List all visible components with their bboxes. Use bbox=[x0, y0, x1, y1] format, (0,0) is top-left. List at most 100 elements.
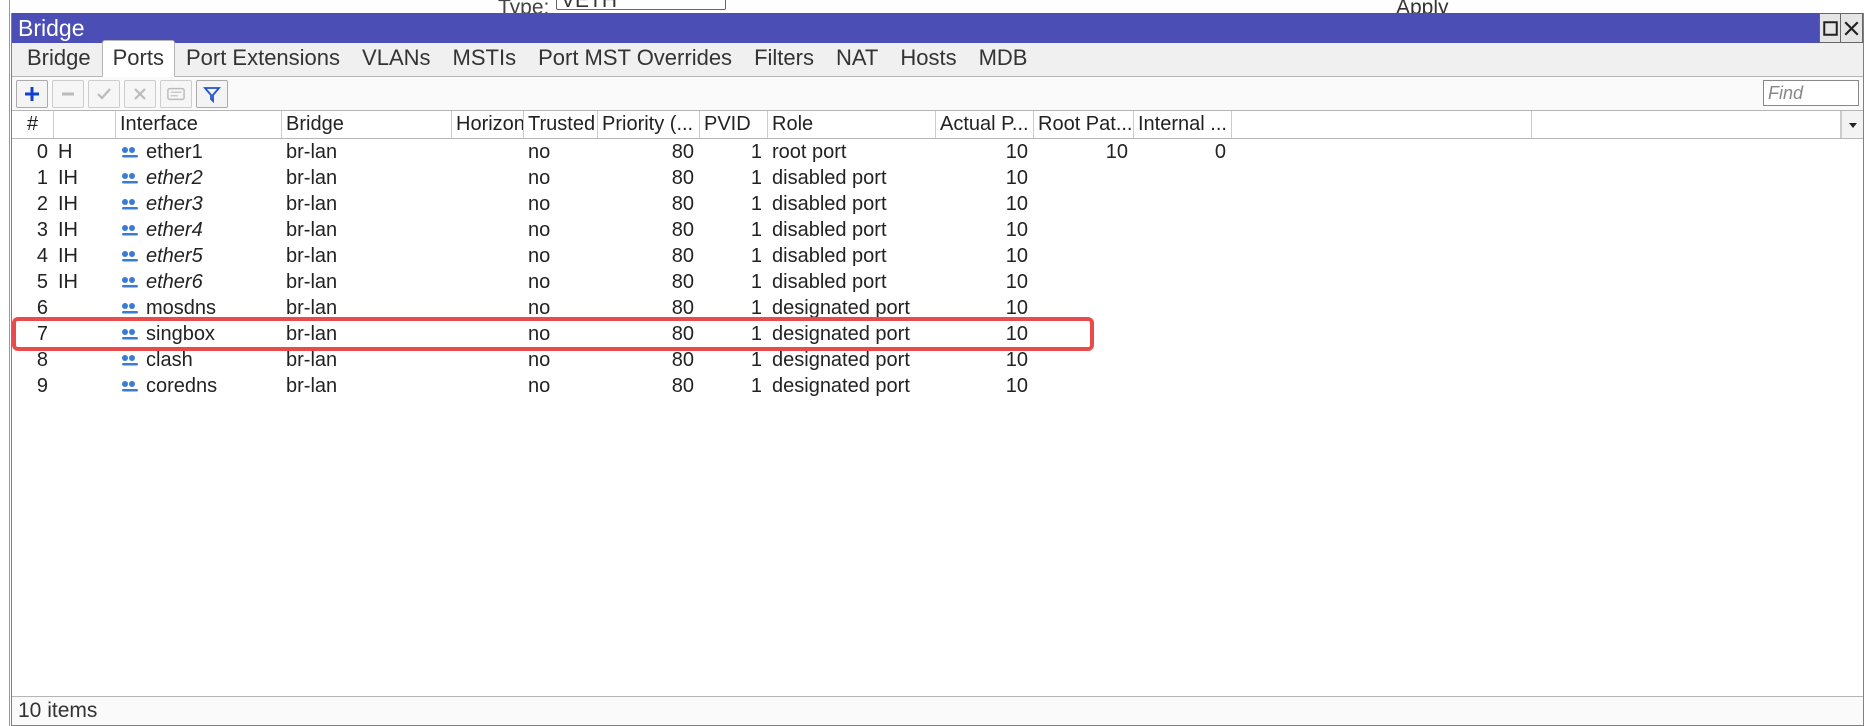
table-row[interactable]: 2IHether3br-lanno801disabled port10 bbox=[12, 191, 1863, 217]
cell: no bbox=[524, 373, 598, 399]
interface-icon bbox=[120, 223, 140, 237]
enable-button[interactable] bbox=[88, 80, 120, 108]
cell: no bbox=[524, 165, 598, 191]
comment-button[interactable] bbox=[160, 80, 192, 108]
cell-blank bbox=[1232, 269, 1863, 295]
table-row[interactable]: 1IHether2br-lanno801disabled port10 bbox=[12, 165, 1863, 191]
window-close-button[interactable] bbox=[1841, 13, 1863, 43]
col-header[interactable]: Root Pat... bbox=[1034, 111, 1134, 138]
cell-blank bbox=[1232, 243, 1863, 269]
table-row[interactable]: 7singboxbr-lanno801designated port10 bbox=[12, 321, 1863, 347]
cell: 80 bbox=[598, 269, 700, 295]
col-header-blank[interactable] bbox=[1232, 111, 1532, 138]
table-row[interactable]: 0Hether1br-lanno801root port10100 bbox=[12, 139, 1863, 165]
cell bbox=[452, 269, 524, 295]
tab-strip: BridgePortsPort ExtensionsVLANsMSTIsPort… bbox=[12, 43, 1863, 77]
cell: br-lan bbox=[282, 269, 452, 295]
cell: 10 bbox=[936, 269, 1034, 295]
table-row[interactable]: 3IHether4br-lanno801disabled port10 bbox=[12, 217, 1863, 243]
cell: no bbox=[524, 321, 598, 347]
column-chooser-dropdown[interactable] bbox=[1841, 111, 1863, 138]
col-header[interactable]: Internal ... bbox=[1134, 111, 1232, 138]
cell bbox=[1034, 321, 1134, 347]
cell: disabled port bbox=[768, 269, 936, 295]
window-controls bbox=[1819, 13, 1863, 43]
cell: 1 bbox=[700, 347, 768, 373]
tab-mdb[interactable]: MDB bbox=[968, 40, 1039, 76]
col-header[interactable]: PVID bbox=[700, 111, 768, 138]
window-titlebar[interactable]: Bridge bbox=[12, 13, 1863, 43]
cell: br-lan bbox=[282, 373, 452, 399]
cell: IH bbox=[54, 243, 116, 269]
cell: designated port bbox=[768, 347, 936, 373]
add-button[interactable] bbox=[16, 80, 48, 108]
status-text: 10 items bbox=[18, 699, 97, 723]
interface-icon bbox=[120, 171, 140, 185]
cell: singbox bbox=[116, 321, 282, 347]
cell: br-lan bbox=[282, 139, 452, 165]
col-header-blank[interactable] bbox=[1532, 111, 1841, 138]
cell: br-lan bbox=[282, 165, 452, 191]
cell: IH bbox=[54, 165, 116, 191]
status-bar: 10 items bbox=[12, 697, 1863, 725]
cell-blank bbox=[1232, 217, 1863, 243]
cell bbox=[452, 243, 524, 269]
col-header[interactable]: Actual P... bbox=[936, 111, 1034, 138]
cell: 10 bbox=[936, 165, 1034, 191]
cell: 1 bbox=[700, 269, 768, 295]
filter-button[interactable] bbox=[196, 80, 228, 108]
tab-port-extensions[interactable]: Port Extensions bbox=[175, 40, 351, 76]
col-header[interactable]: # bbox=[12, 111, 54, 138]
cell bbox=[1134, 191, 1232, 217]
tab-vlans[interactable]: VLANs bbox=[351, 40, 441, 76]
tab-filters[interactable]: Filters bbox=[743, 40, 825, 76]
col-header[interactable]: Role bbox=[768, 111, 936, 138]
cell bbox=[54, 373, 116, 399]
table-row[interactable]: 5IHether6br-lanno801disabled port10 bbox=[12, 269, 1863, 295]
column-headers[interactable]: # InterfaceBridgeHorizonTrustedPriority (… bbox=[12, 111, 1863, 139]
remove-button[interactable] bbox=[52, 80, 84, 108]
bridge-window: Bridge BridgePortsPort ExtensionsVLANsMS… bbox=[11, 13, 1864, 726]
col-header[interactable]: Interface bbox=[116, 111, 282, 138]
cell: 80 bbox=[598, 295, 700, 321]
col-header[interactable]: Trusted bbox=[524, 111, 598, 138]
cell: 10 bbox=[936, 321, 1034, 347]
col-header[interactable]: Priority (... bbox=[598, 111, 700, 138]
cell: 1 bbox=[700, 191, 768, 217]
table-row[interactable]: 4IHether5br-lanno801disabled port10 bbox=[12, 243, 1863, 269]
cell: 3 bbox=[12, 217, 54, 243]
cell: br-lan bbox=[282, 243, 452, 269]
table-row[interactable]: 9corednsbr-lanno801designated port10 bbox=[12, 373, 1863, 399]
table-row[interactable]: 8clashbr-lanno801designated port10 bbox=[12, 347, 1863, 373]
cell bbox=[452, 373, 524, 399]
find-input[interactable]: Find bbox=[1763, 80, 1859, 106]
cell: 1 bbox=[700, 243, 768, 269]
tab-bridge[interactable]: Bridge bbox=[16, 40, 102, 76]
cell: 10 bbox=[936, 243, 1034, 269]
tab-nat[interactable]: NAT bbox=[825, 40, 889, 76]
table-row[interactable]: 6mosdnsbr-lanno801designated port10 bbox=[12, 295, 1863, 321]
cell bbox=[54, 295, 116, 321]
disable-button[interactable] bbox=[124, 80, 156, 108]
col-header[interactable]: Bridge bbox=[282, 111, 452, 138]
cell bbox=[452, 217, 524, 243]
toolbar: Find bbox=[12, 77, 1863, 111]
col-header[interactable]: Horizon bbox=[452, 111, 524, 138]
window-maximize-button[interactable] bbox=[1819, 13, 1841, 43]
cell: 1 bbox=[700, 373, 768, 399]
col-header[interactable] bbox=[54, 111, 116, 138]
cell: 80 bbox=[598, 347, 700, 373]
tab-mstis[interactable]: MSTIs bbox=[442, 40, 528, 76]
tab-hosts[interactable]: Hosts bbox=[889, 40, 967, 76]
tab-port-mst-overrides[interactable]: Port MST Overrides bbox=[527, 40, 743, 76]
cell: 80 bbox=[598, 165, 700, 191]
grid-body[interactable]: 0Hether1br-lanno801root port101001IHethe… bbox=[12, 139, 1863, 697]
tab-ports[interactable]: Ports bbox=[102, 40, 175, 77]
cell: 1 bbox=[700, 139, 768, 165]
cell bbox=[1034, 191, 1134, 217]
interface-icon bbox=[120, 275, 140, 289]
cell: br-lan bbox=[282, 191, 452, 217]
cell-blank bbox=[1232, 295, 1863, 321]
cell: designated port bbox=[768, 373, 936, 399]
cell: 80 bbox=[598, 243, 700, 269]
